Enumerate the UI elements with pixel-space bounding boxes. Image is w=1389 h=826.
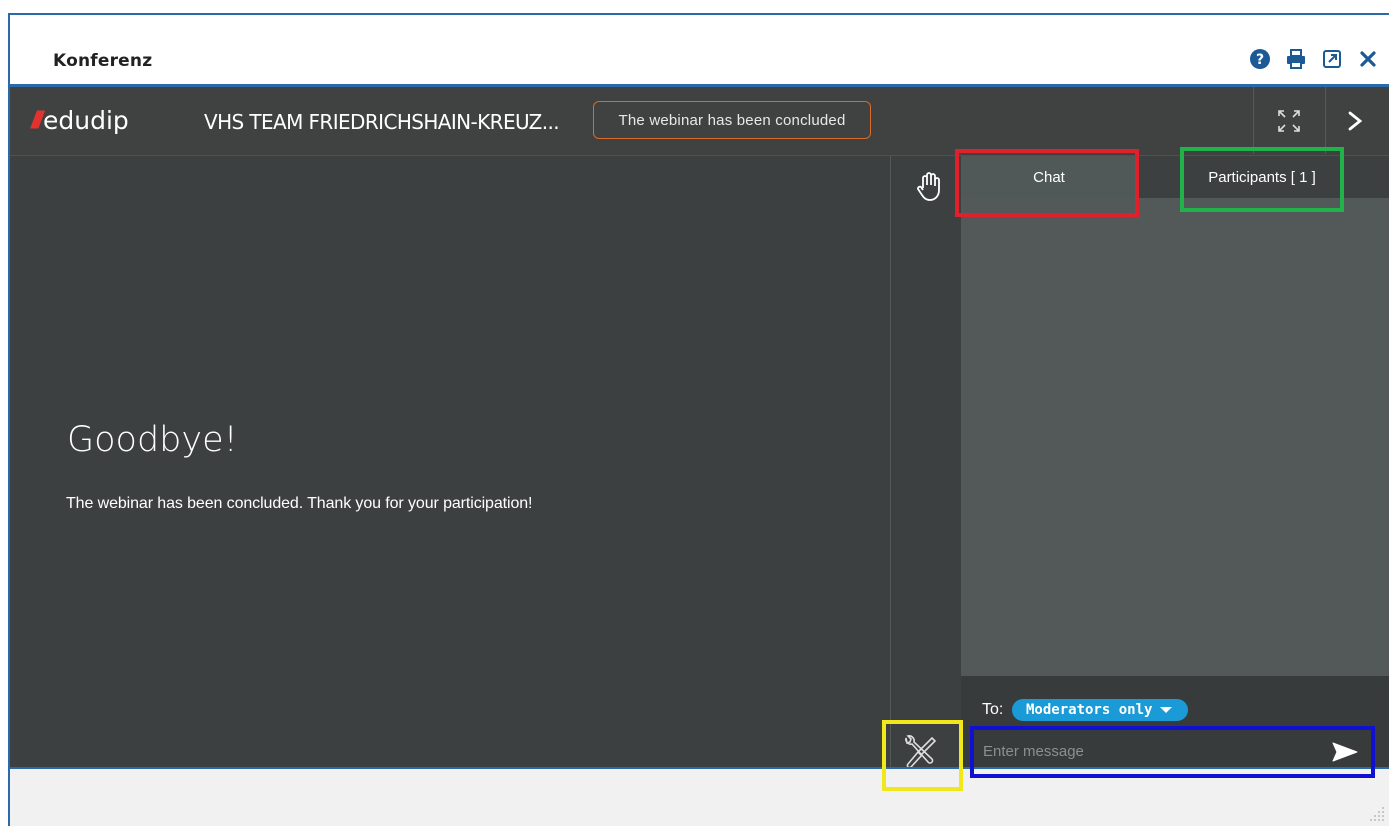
hand-icon [917, 172, 940, 201]
webinar-status-badge: The webinar has been concluded [593, 101, 871, 139]
help-icon[interactable]: ? [1249, 48, 1271, 70]
tools-button[interactable] [896, 732, 942, 772]
chat-messages-area [961, 198, 1389, 676]
titlebar-icons: ? [1249, 48, 1379, 70]
presentation-stage: Goodbye! The webinar has been concluded.… [10, 156, 890, 768]
goodbye-message: The webinar has been concluded. Thank yo… [66, 495, 533, 512]
caret-down-icon [1160, 707, 1173, 713]
dialog-footer [10, 769, 1389, 826]
raise-hand-button[interactable] [914, 170, 944, 202]
recipient-select[interactable]: Moderators only [1012, 699, 1188, 721]
tool-strip [891, 156, 961, 768]
chevron-right-icon [1348, 111, 1363, 131]
webinar-title: VHS TEAM FRIEDRICHSHAIN-KREUZ... [204, 110, 560, 134]
tab-chat[interactable]: Chat [961, 156, 1137, 198]
edudip-logo: /// edudip [31, 106, 129, 135]
collapse-panel-button[interactable] [1340, 105, 1370, 137]
send-icon [1332, 742, 1358, 762]
recipient-value: Moderators only [1026, 702, 1153, 718]
dialog-titlebar: Konferenz ? [10, 15, 1389, 85]
goodbye-heading: Goodbye! [67, 420, 238, 460]
external-link-icon[interactable] [1321, 48, 1343, 70]
header-separator [1325, 87, 1326, 154]
close-icon[interactable] [1357, 48, 1379, 70]
svg-text:?: ? [1256, 52, 1264, 68]
panel-tabs: Chat Participants [ 1 ] [961, 156, 1389, 198]
dialog-title: Konferenz [53, 51, 153, 71]
print-icon[interactable] [1285, 48, 1307, 70]
tab-participants[interactable]: Participants [ 1 ] [1183, 156, 1341, 198]
header-separator [1253, 87, 1254, 154]
send-button[interactable] [1330, 740, 1360, 764]
resize-grip-icon [1370, 807, 1384, 821]
app-header: /// edudip VHS TEAM FRIEDRICHSHAIN-KREUZ… [10, 87, 1389, 156]
recipient-label: To: [982, 701, 1004, 718]
tools-icon [905, 735, 937, 769]
fullscreen-button[interactable] [1275, 107, 1303, 135]
message-input[interactable] [975, 732, 1325, 770]
fullscreen-icon [1278, 110, 1300, 132]
